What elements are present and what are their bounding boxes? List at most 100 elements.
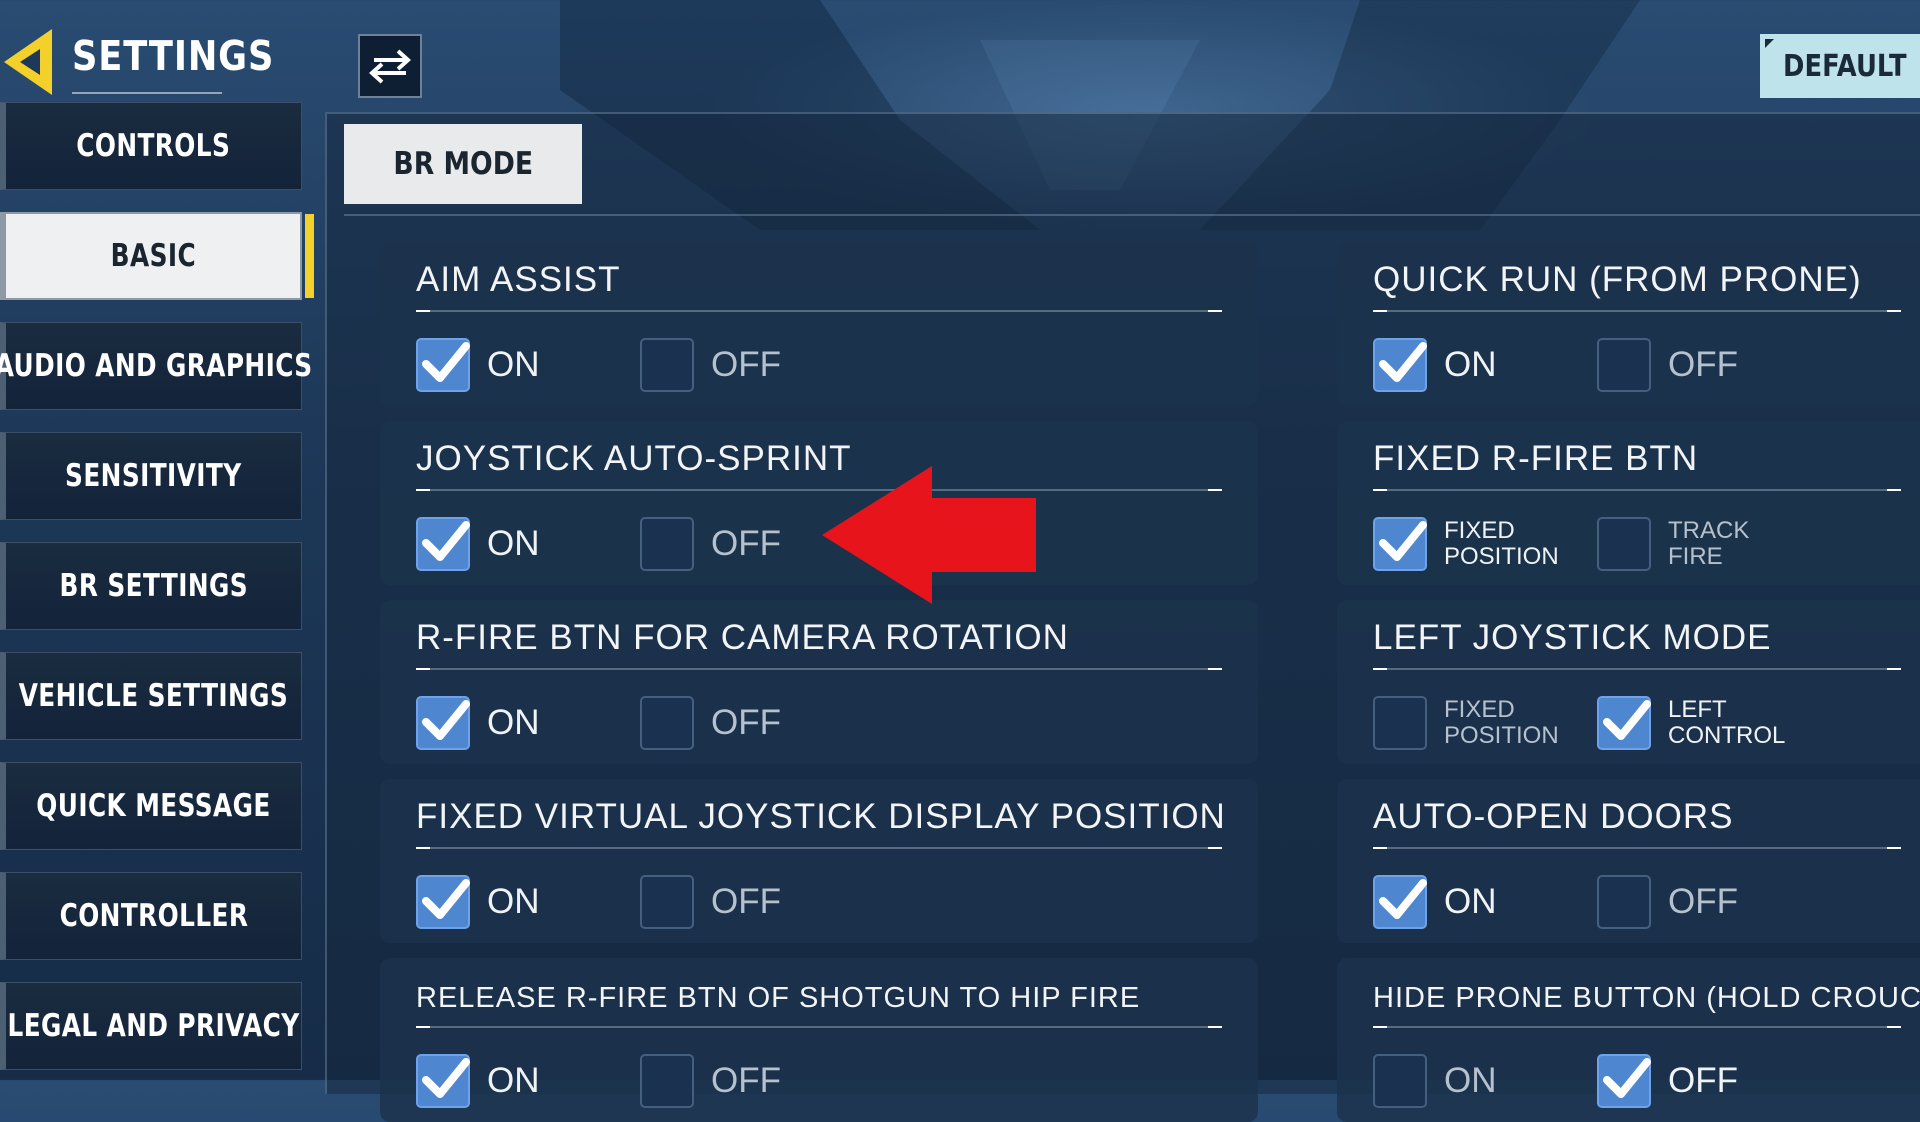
checkbox-checked[interactable]: [1373, 338, 1427, 392]
sidebar-item-label: QUICK MESSAGE: [36, 788, 271, 824]
option-label: OFF: [711, 1061, 781, 1100]
option-label: ON: [487, 524, 540, 563]
option-first-checkbox[interactable]: ON: [416, 1054, 540, 1108]
option-label: ON: [487, 345, 540, 384]
option-label: TRACK FIRE: [1668, 517, 1750, 570]
setting-card-release-r-fire-btn-of-shotgun-to-hip-fire: RELEASE R-FIRE BTN OF SHOTGUN TO HIP FIR…: [380, 958, 1258, 1122]
option-second-checkbox[interactable]: OFF: [1597, 338, 1738, 392]
option-label: FIXED POSITION: [1444, 517, 1559, 570]
option-label: ON: [487, 1061, 540, 1100]
option-first-checkbox[interactable]: FIXED POSITION: [1373, 517, 1559, 571]
tab-br-mode[interactable]: BR MODE: [344, 124, 582, 204]
setting-card-hide-prone-button-hold-crouch-t: HIDE PRONE BUTTON (HOLD CROUCH T ON OFF: [1337, 958, 1920, 1122]
option-label: ON: [487, 703, 540, 742]
option-first-checkbox[interactable]: ON: [416, 517, 540, 571]
option-second-checkbox[interactable]: OFF: [640, 875, 781, 929]
title-underline: [72, 92, 222, 94]
setting-divider: [416, 1026, 1222, 1028]
setting-title: FIXED R-FIRE BTN: [1373, 439, 1699, 478]
option-first-checkbox[interactable]: ON: [1373, 1054, 1497, 1108]
checkbox-unchecked[interactable]: [1373, 1054, 1427, 1108]
option-label: OFF: [1668, 345, 1738, 384]
setting-title: FIXED VIRTUAL JOYSTICK DISPLAY POSITION: [416, 797, 1226, 836]
checkmark-icon: [1379, 342, 1427, 382]
checkbox-unchecked[interactable]: [1597, 338, 1651, 392]
sidebar-item-quick-message[interactable]: QUICK MESSAGE: [0, 762, 302, 850]
back-button[interactable]: [0, 25, 58, 99]
checkbox-unchecked[interactable]: [640, 696, 694, 750]
sidebar-item-br-settings[interactable]: BR SETTINGS: [0, 542, 302, 630]
option-label: OFF: [711, 524, 781, 563]
setting-divider: [1373, 668, 1901, 670]
checkbox-checked[interactable]: [416, 517, 470, 571]
sidebar-item-vehicle-settings[interactable]: VEHICLE SETTINGS: [0, 652, 302, 740]
checkbox-unchecked[interactable]: [1597, 517, 1651, 571]
setting-card-fixed-virtual-joystick-display-position: FIXED VIRTUAL JOYSTICK DISPLAY POSITION O…: [380, 779, 1258, 943]
checkbox-unchecked[interactable]: [640, 1054, 694, 1108]
sidebar-item-label: SENSITIVITY: [65, 458, 242, 494]
sidebar-item-controller[interactable]: CONTROLLER: [0, 872, 302, 960]
sidebar-item-sensitivity[interactable]: SENSITIVITY: [0, 432, 302, 520]
setting-title: AIM ASSIST: [416, 260, 621, 299]
checkbox-unchecked[interactable]: [640, 875, 694, 929]
checkmark-icon: [1379, 521, 1427, 561]
checkbox-checked[interactable]: [416, 696, 470, 750]
setting-card-r-fire-btn-for-camera-rotation: R-FIRE BTN FOR CAMERA ROTATION ON OFF: [380, 600, 1258, 764]
setting-title: RELEASE R-FIRE BTN OF SHOTGUN TO HIP FIR…: [416, 982, 1141, 1014]
sidebar-item-basic[interactable]: BASIC: [0, 212, 314, 300]
setting-divider: [1373, 847, 1901, 849]
option-second-checkbox[interactable]: OFF: [640, 338, 781, 392]
setting-title: AUTO-OPEN DOORS: [1373, 797, 1734, 836]
checkbox-checked[interactable]: [1597, 696, 1651, 750]
checkbox-checked[interactable]: [1373, 875, 1427, 929]
checkmark-icon: [422, 879, 470, 919]
sidebar-item-audio-and-graphics[interactable]: AUDIO AND GRAPHICS: [0, 322, 312, 410]
option-label: ON: [1444, 345, 1497, 384]
setting-divider: [416, 847, 1222, 849]
option-second-checkbox[interactable]: OFF: [640, 517, 781, 571]
setting-divider: [416, 668, 1222, 670]
page-title: SETTINGS: [72, 32, 275, 80]
option-label: FIXED POSITION: [1444, 696, 1559, 749]
checkbox-unchecked[interactable]: [1597, 875, 1651, 929]
option-second-checkbox[interactable]: OFF: [1597, 1054, 1738, 1108]
default-button[interactable]: DEFAULT: [1760, 34, 1920, 98]
sidebar-item-label: CONTROLS: [76, 128, 231, 164]
checkmark-icon: [1603, 700, 1651, 740]
sidebar-item-legal-and-privacy[interactable]: LEGAL AND PRIVACY: [0, 982, 302, 1070]
sidebar-item-label: BASIC: [110, 238, 196, 274]
option-first-checkbox[interactable]: ON: [416, 338, 540, 392]
swap-layout-button[interactable]: [358, 34, 422, 98]
checkbox-unchecked[interactable]: [640, 338, 694, 392]
sidebar-item-controls[interactable]: CONTROLS: [0, 102, 302, 190]
setting-card-joystick-auto-sprint: JOYSTICK AUTO-SPRINT ON OFF: [380, 421, 1258, 585]
checkbox-checked[interactable]: [1597, 1054, 1651, 1108]
checkbox-checked[interactable]: [416, 875, 470, 929]
option-second-checkbox[interactable]: TRACK FIRE: [1597, 517, 1749, 571]
setting-divider: [1373, 310, 1901, 312]
option-second-checkbox[interactable]: LEFT CONTROL: [1597, 696, 1785, 750]
option-first-checkbox[interactable]: ON: [416, 696, 540, 750]
checkbox-unchecked[interactable]: [1373, 696, 1427, 750]
red-arrow-pointer: [822, 466, 1036, 604]
setting-divider: [1373, 1026, 1901, 1028]
checkbox-checked[interactable]: [416, 338, 470, 392]
checkbox-unchecked[interactable]: [640, 517, 694, 571]
setting-title: QUICK RUN (FROM PRONE): [1373, 260, 1862, 299]
option-label: ON: [487, 882, 540, 921]
option-first-checkbox[interactable]: FIXED POSITION: [1373, 696, 1559, 750]
option-label: OFF: [711, 882, 781, 921]
option-second-checkbox[interactable]: OFF: [640, 696, 781, 750]
option-first-checkbox[interactable]: ON: [416, 875, 540, 929]
sidebar-item-label: AUDIO AND GRAPHICS: [0, 348, 313, 384]
option-second-checkbox[interactable]: OFF: [640, 1054, 781, 1108]
checkbox-checked[interactable]: [1373, 517, 1427, 571]
option-second-checkbox[interactable]: OFF: [1597, 875, 1738, 929]
checkmark-icon: [422, 342, 470, 382]
setting-card-auto-open-doors: AUTO-OPEN DOORS ON OFF: [1337, 779, 1920, 943]
checkmark-icon: [1603, 1058, 1651, 1098]
back-arrow-icon: [4, 29, 52, 95]
option-first-checkbox[interactable]: ON: [1373, 338, 1497, 392]
option-first-checkbox[interactable]: ON: [1373, 875, 1497, 929]
checkbox-checked[interactable]: [416, 1054, 470, 1108]
